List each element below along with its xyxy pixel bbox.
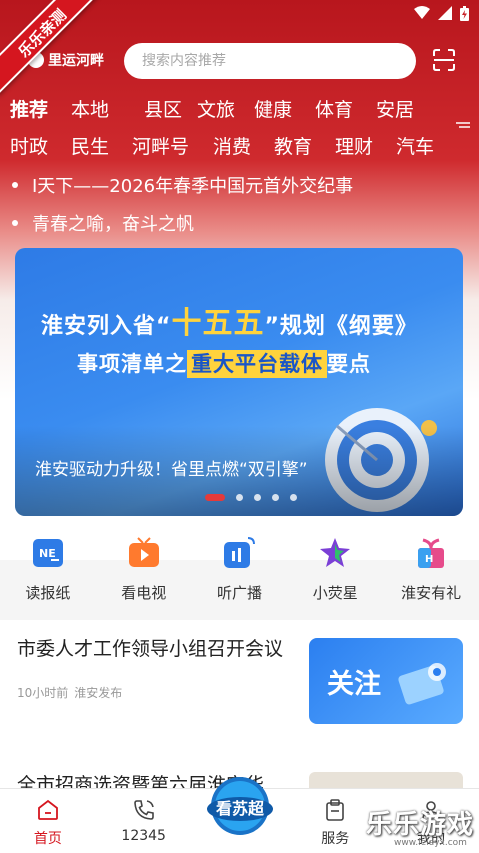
news-feed: 市委人才工作领导小组召开会议 10小时前 淮安发布 关注 全市招商选资暨第六届淮… bbox=[0, 620, 479, 802]
gift-icon: H bbox=[418, 538, 445, 568]
tab-politics[interactable]: 时政 bbox=[10, 132, 71, 162]
service-label: 淮安有礼 bbox=[401, 584, 462, 602]
article-time: 10小时前 bbox=[17, 686, 69, 700]
watermark-text: 乐乐游戏 bbox=[366, 810, 475, 840]
service-label: 听广播 bbox=[216, 584, 262, 602]
service-label: 读报纸 bbox=[25, 584, 71, 602]
ticker-item[interactable]: I天下——2026年春季中国元首外交纪事 bbox=[12, 172, 353, 198]
article-source: 淮安发布 bbox=[74, 686, 123, 700]
banner-headline-2: 事项清单之 重大平台载体 要点 bbox=[77, 348, 371, 378]
service-huaian-gift[interactable]: H 淮安有礼 bbox=[383, 528, 479, 608]
banner-text: 要点 bbox=[327, 352, 371, 376]
search-input[interactable]: 搜索内容推荐 bbox=[124, 43, 416, 79]
service-label: 小荧星 bbox=[312, 584, 358, 602]
follow-card[interactable]: 关注 bbox=[309, 638, 463, 724]
tv-icon bbox=[128, 537, 159, 567]
ticker-item[interactable]: 青春之喻，奋斗之帆 bbox=[12, 210, 194, 236]
battery-icon bbox=[460, 5, 469, 27]
tab-culture-travel[interactable]: 文旅 bbox=[193, 95, 254, 125]
tab-hotline[interactable]: 12345 bbox=[96, 789, 192, 853]
signal-icon bbox=[438, 6, 452, 26]
badge-text: 看苏超 bbox=[215, 799, 265, 818]
tab-sports[interactable]: 体育 bbox=[315, 95, 376, 125]
tab-finance[interactable]: 理财 bbox=[335, 132, 396, 162]
service-label: 看电视 bbox=[121, 584, 167, 602]
phone-icon bbox=[133, 800, 154, 820]
wifi-icon bbox=[414, 6, 430, 26]
tab-education[interactable]: 教育 bbox=[274, 132, 335, 162]
channel-row-1: 推荐 本地 县区 文旅 健康 体育 安居 bbox=[10, 95, 437, 125]
carousel-dot[interactable] bbox=[254, 494, 261, 501]
channel-menu-icon[interactable] bbox=[456, 122, 470, 132]
list-item[interactable]: 市委人才工作领导小组召开会议 10小时前 淮安发布 bbox=[17, 636, 297, 701]
logo-text: 里运河畔 bbox=[48, 53, 104, 69]
tab-recommend[interactable]: 推荐 bbox=[10, 95, 71, 125]
hero-banner[interactable]: 淮安列入省“十五五”规划《纲要》 事项清单之 重大平台载体 要点 淮安驱动力升级！省… bbox=[15, 248, 463, 516]
tab-local[interactable]: 本地 bbox=[71, 95, 132, 125]
radio-icon bbox=[224, 537, 256, 568]
su-super-league-badge[interactable]: 看苏超 bbox=[205, 775, 275, 837]
tab-label: 12345 bbox=[121, 828, 166, 844]
tab-consumption[interactable]: 消费 bbox=[213, 132, 274, 162]
tab-health[interactable]: 健康 bbox=[254, 95, 315, 125]
newspaper-icon: NE bbox=[32, 539, 63, 567]
follow-card-text: 关注 bbox=[327, 669, 381, 700]
tab-auto[interactable]: 汽车 bbox=[396, 132, 457, 162]
top-bar: 里运河畔 搜索内容推荐 bbox=[0, 40, 479, 82]
tab-label: 首页 bbox=[33, 831, 62, 847]
service-read-newspaper[interactable]: NE 读报纸 bbox=[0, 528, 96, 608]
tab-livelihood[interactable]: 民生 bbox=[71, 132, 132, 162]
bullet-icon bbox=[12, 220, 18, 226]
carousel-dot-active[interactable] bbox=[205, 494, 225, 501]
watermark: 乐乐游戏 www.leleyx.com bbox=[364, 800, 479, 853]
follow-illustration-icon bbox=[398, 663, 446, 705]
ticker-text: I天下——2026年春季中国元首外交纪事 bbox=[32, 176, 354, 197]
tab-label: 服务 bbox=[321, 831, 350, 847]
banner-highlight: 十五五 bbox=[171, 306, 265, 341]
article-meta: 10小时前 淮安发布 bbox=[17, 684, 297, 701]
banner-text: ”规划《纲要》 bbox=[264, 314, 418, 339]
tab-housing[interactable]: 安居 bbox=[376, 95, 437, 125]
channel-row-2: 时政 民生 河畔号 消费 教育 理财 汽车 bbox=[10, 132, 457, 162]
banner-caption: 淮安驱动力升级！省里点燃“双引擎” bbox=[35, 460, 308, 480]
tab-riverside[interactable]: 河畔号 bbox=[132, 132, 213, 162]
banner-text: 事项清单之 bbox=[77, 352, 187, 376]
status-bar bbox=[414, 5, 469, 27]
banner-headline-1: 淮安列入省“十五五”规划《纲要》 bbox=[41, 298, 418, 342]
tab-home[interactable]: 首页 bbox=[0, 789, 96, 853]
article-title: 市委人才工作领导小组召开会议 bbox=[17, 638, 284, 660]
banner-text: 淮安列入省“ bbox=[41, 314, 172, 339]
service-listen-radio[interactable]: 听广播 bbox=[192, 528, 288, 608]
service-icon bbox=[326, 799, 345, 821]
carousel-dot[interactable] bbox=[272, 494, 279, 501]
star-icon bbox=[320, 538, 351, 567]
tab-county[interactable]: 县区 bbox=[132, 95, 193, 125]
service-little-star[interactable]: 小荧星 bbox=[287, 528, 383, 608]
scan-icon[interactable] bbox=[433, 49, 455, 71]
bullet-icon bbox=[12, 182, 18, 188]
carousel-dot[interactable] bbox=[236, 494, 243, 501]
banner-highlight: 重大平台载体 bbox=[187, 350, 327, 378]
svg-text:NE: NE bbox=[39, 547, 56, 560]
service-watch-tv[interactable]: 看电视 bbox=[96, 528, 192, 608]
ticker-text: 青春之喻，奋斗之帆 bbox=[32, 214, 194, 235]
watermark-url: www.leleyx.com bbox=[394, 838, 467, 848]
carousel-dot[interactable] bbox=[290, 494, 297, 501]
carousel-indicator[interactable] bbox=[205, 494, 297, 501]
service-grid: NE 读报纸 看电视 听广播 小荧星 H 淮安有礼 bbox=[0, 528, 479, 608]
svg-text:H: H bbox=[425, 554, 433, 565]
home-icon bbox=[37, 799, 58, 820]
